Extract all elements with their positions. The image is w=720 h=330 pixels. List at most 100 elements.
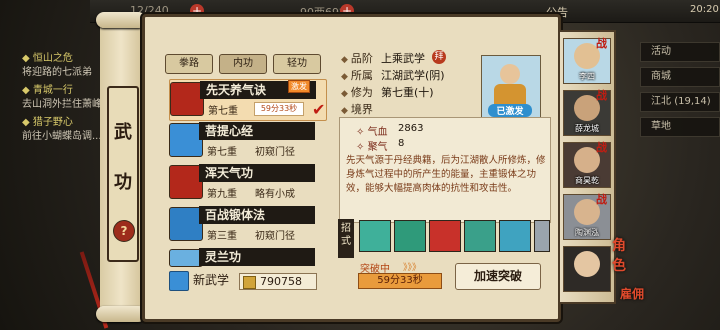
help-icon[interactable]: ?	[113, 220, 135, 242]
skill-points-box: 790758	[239, 273, 317, 290]
character-name: 陶渊泓	[575, 228, 599, 237]
move-icon[interactable]	[429, 220, 461, 252]
quest-desc: 去山洞外拦住萧峰	[22, 99, 102, 110]
skill-book-icon	[169, 123, 203, 157]
battle-mark: 战	[596, 89, 607, 102]
battle-mark: 战	[596, 141, 607, 154]
scroll-rod-top	[96, 12, 146, 28]
cultivation-label: ◆ 修为	[341, 86, 373, 99]
skill-book-icon	[169, 249, 203, 267]
cultivation-value: 第七重(十)	[381, 86, 434, 99]
quest-tracker: ◆ 恒山之危 将迎路的七派弟 ◆ 青城一行 去山洞外拦住萧峰 ◆ 猎子野心 前往…	[22, 52, 112, 148]
skill-name: 灵兰功	[199, 248, 315, 266]
quest-desc: 前往小蝴蝶岛调...	[22, 131, 102, 142]
character-card[interactable]: 陶渊泓 战	[563, 193, 611, 240]
stat-value-hp: 2863	[398, 123, 424, 134]
character-card[interactable]: 李四 战	[563, 37, 611, 84]
check-icon: ✔	[312, 100, 326, 119]
location-button[interactable]: 江北 (19,14)	[640, 92, 720, 112]
stat-label-hp: ✧ 气血	[356, 127, 388, 138]
scroll-rod-bottom	[96, 306, 146, 322]
skill-stats-box: ✧ 气血 2863 ✧ 聚气 8 先天气源于丹经典籍，后为江湖散人所修炼，修身炼…	[339, 117, 551, 223]
tab-light[interactable]: 轻功	[273, 54, 321, 74]
move-icon[interactable]	[394, 220, 426, 252]
skill-rank: 略有小成	[255, 189, 295, 200]
monk-head	[500, 64, 520, 84]
skill-points: 790758	[260, 275, 302, 288]
new-skill-icon	[169, 271, 189, 291]
activated-badge: 激发	[288, 80, 310, 93]
move-icon[interactable]	[499, 220, 531, 252]
move-icon[interactable]	[534, 220, 550, 252]
grade-value: 上乘武学	[381, 52, 425, 65]
quest-title: ◆ 猎子野心	[22, 117, 73, 128]
breakthrough-progress: 59分33秒	[358, 273, 442, 289]
role-button[interactable]: 角 色	[612, 236, 638, 276]
stat-value-qi: 8	[398, 138, 405, 149]
quest-title: ◆ 恒山之危	[22, 53, 73, 64]
character-card[interactable]: 商昊乾 战	[563, 141, 611, 188]
speed-up-button[interactable]: 加速突破	[455, 263, 541, 290]
new-skill-button[interactable]: 新武学	[193, 271, 229, 288]
move-icon[interactable]	[359, 220, 391, 252]
character-name: 薛龙城	[575, 124, 599, 133]
skill-book-icon	[169, 165, 203, 199]
skill-level: 第三重	[207, 231, 237, 242]
avatar	[574, 251, 600, 277]
skill-item[interactable]: 菩提心经 第七重 初窥门径	[169, 121, 325, 161]
skill-book-icon	[169, 207, 203, 241]
skill-item[interactable]: 浑天气功 第九重 略有小成	[169, 163, 325, 203]
martial-arts-panel: 拳路 内功 轻功 先天养气诀 激发 第七重 59分33秒 ✔ 菩提心经 第七重 …	[142, 14, 561, 322]
quest-title: ◆ 青城一行	[22, 85, 73, 96]
character-name: 商昊乾	[575, 176, 599, 185]
skill-name: 菩提心经	[199, 122, 315, 140]
skill-rank: 初窥门径	[255, 147, 295, 158]
quest-item[interactable]: ◆ 猎子野心 前往小蝴蝶岛调...	[22, 116, 112, 144]
skill-name: 浑天气功	[199, 164, 315, 182]
affiliation-value: 江湖武学(阴)	[381, 69, 445, 82]
skill-item[interactable]: 灵兰功	[169, 247, 325, 267]
battle-mark: 战	[596, 37, 607, 50]
coin-icon	[243, 276, 256, 289]
activated-tag: 已激发	[488, 104, 532, 117]
tab-inner[interactable]: 内功	[219, 54, 267, 74]
grade-label: ◆ 品阶	[341, 52, 373, 65]
clock: 20:20	[690, 4, 719, 15]
move-icon[interactable]	[464, 220, 496, 252]
skill-portrait: 已激发	[481, 55, 541, 123]
skill-level: 第七重	[208, 106, 238, 117]
realm-label: ◆ 境界	[341, 103, 373, 116]
skill-item[interactable]: 先天养气诀 激发 第七重 59分33秒 ✔	[169, 79, 327, 121]
skill-description: 先天气源于丹经典籍，后为江湖散人所修炼，修身炼气过程中的所产生的能量，主重锻体之…	[346, 155, 546, 194]
area-button[interactable]: 草地	[640, 117, 720, 137]
activity-button[interactable]: 活动	[640, 42, 720, 62]
battle-mark: 战	[596, 193, 607, 206]
quest-item[interactable]: ◆ 青城一行 去山洞外拦住萧峰	[22, 84, 112, 112]
location-coords: (19,14)	[674, 96, 711, 107]
character-name: 李四	[579, 72, 595, 81]
skill-book-icon	[170, 82, 204, 116]
right-menu: 活动 商城 江北 (19,14) 草地	[640, 42, 720, 142]
skill-timer: 59分33秒	[254, 102, 304, 116]
quest-desc: 将迎路的七派弟	[22, 67, 92, 78]
skill-item[interactable]: 百战锻体法 第三重 初窥门径	[169, 205, 325, 245]
quest-item[interactable]: ◆ 恒山之危 将迎路的七派弟	[22, 52, 112, 80]
moves-label: 招式	[338, 219, 354, 258]
scroll-char-wu: 武	[114, 122, 132, 143]
tab-fist[interactable]: 拳路	[165, 54, 213, 74]
skill-level: 第七重	[207, 147, 237, 158]
location-name: 江北	[651, 96, 671, 107]
shop-button[interactable]: 商城	[640, 67, 720, 87]
grade-badge: 拜	[432, 50, 446, 64]
hire-button[interactable]: 雇佣	[620, 284, 646, 304]
martial-arts-label: 武 功 ?	[107, 86, 139, 262]
character-card[interactable]: 薛龙城 战	[563, 89, 611, 136]
scroll-char-gong: 功	[114, 172, 132, 193]
stat-label-qi: ✧ 聚气	[356, 142, 388, 153]
breakthrough-arrows: 》》》	[403, 263, 422, 273]
affiliation-label: ◆ 所属	[341, 69, 373, 82]
character-card[interactable]	[563, 246, 611, 292]
skill-level: 第九重	[207, 189, 237, 200]
character-column: 李四 战 薛龙城 战 商昊乾 战 陶渊泓 战	[558, 30, 616, 304]
skill-rank: 初窥门径	[255, 231, 295, 242]
